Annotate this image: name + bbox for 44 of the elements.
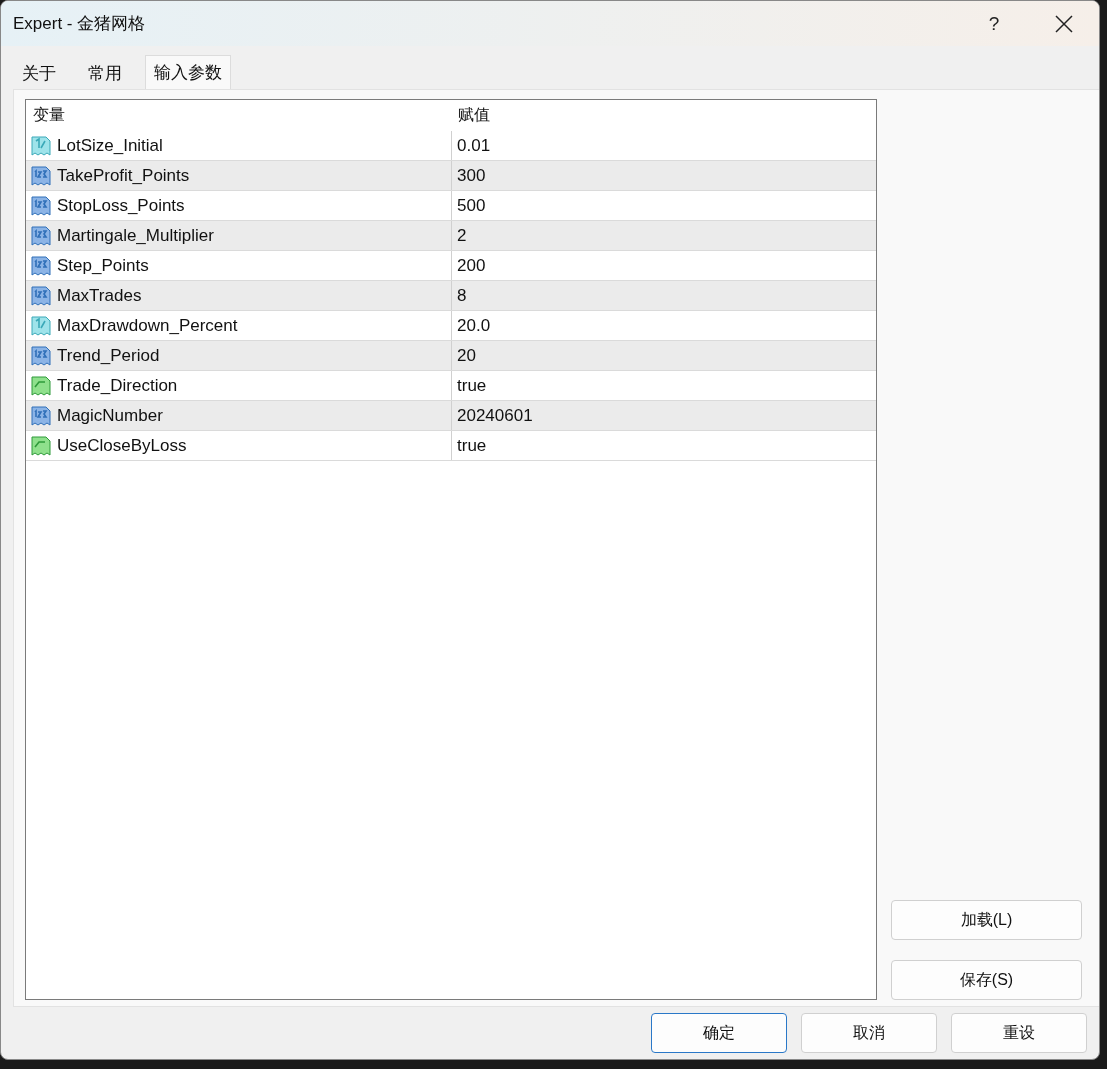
parameter-value[interactable]: 0.01: [457, 135, 491, 156]
toggle-file-icon: [31, 374, 51, 397]
number-file-icon: [31, 344, 51, 367]
toggle-file-icon: [31, 434, 51, 457]
parameter-name: MaxDrawdown_Percent: [57, 315, 238, 336]
number-file-icon: [31, 254, 51, 277]
parameter-value[interactable]: 2: [457, 225, 467, 246]
parameter-value[interactable]: 20: [457, 345, 476, 366]
side-button[interactable]: 加载(L): [891, 900, 1082, 940]
parameter-value[interactable]: 20240601: [457, 405, 533, 426]
parameter-value[interactable]: 8: [457, 285, 467, 306]
parameter-name: MaxTrades: [57, 285, 142, 306]
parameter-name: Trend_Period: [57, 345, 160, 366]
parameter-value[interactable]: 200: [457, 255, 486, 276]
parameter-value[interactable]: 500: [457, 195, 486, 216]
parameter-value[interactable]: 20.0: [457, 315, 491, 336]
window-title: Expert - 金猪网格: [12, 13, 147, 35]
tab[interactable]: 输入参数: [145, 55, 231, 89]
column-header[interactable]: 赋值: [451, 100, 876, 131]
dialog-button[interactable]: 确定: [651, 1013, 787, 1053]
parameter-name: Trade_Direction: [57, 375, 178, 396]
parameter-name: Step_Points: [57, 255, 149, 276]
number-file-icon: [31, 224, 51, 247]
parameter-value[interactable]: true: [457, 435, 487, 456]
fraction-file-icon: [31, 314, 51, 337]
number-file-icon: [31, 164, 51, 187]
parameter-name: Martingale_Multiplier: [57, 225, 214, 246]
dialog-button[interactable]: 重设: [951, 1013, 1087, 1053]
number-file-icon: [31, 404, 51, 427]
parameter-name: MagicNumber: [57, 405, 163, 426]
close-icon[interactable]: [1055, 14, 1073, 33]
dialog-button[interactable]: 取消: [801, 1013, 937, 1053]
parameter-value[interactable]: 300: [457, 165, 486, 186]
parameter-name: TakeProfit_Points: [57, 165, 190, 186]
parameter-name: UseCloseByLoss: [57, 435, 187, 456]
column-header[interactable]: 变量: [26, 100, 451, 131]
number-file-icon: [31, 194, 51, 217]
number-file-icon: [31, 284, 51, 307]
parameter-value[interactable]: true: [457, 375, 487, 396]
fraction-file-icon: [31, 134, 51, 157]
side-button[interactable]: 保存(S): [891, 960, 1082, 1000]
help-button[interactable]: ?: [959, 12, 1029, 35]
parameter-name: StopLoss_Points: [57, 195, 185, 216]
parameter-name: LotSize_Initial: [57, 135, 163, 156]
